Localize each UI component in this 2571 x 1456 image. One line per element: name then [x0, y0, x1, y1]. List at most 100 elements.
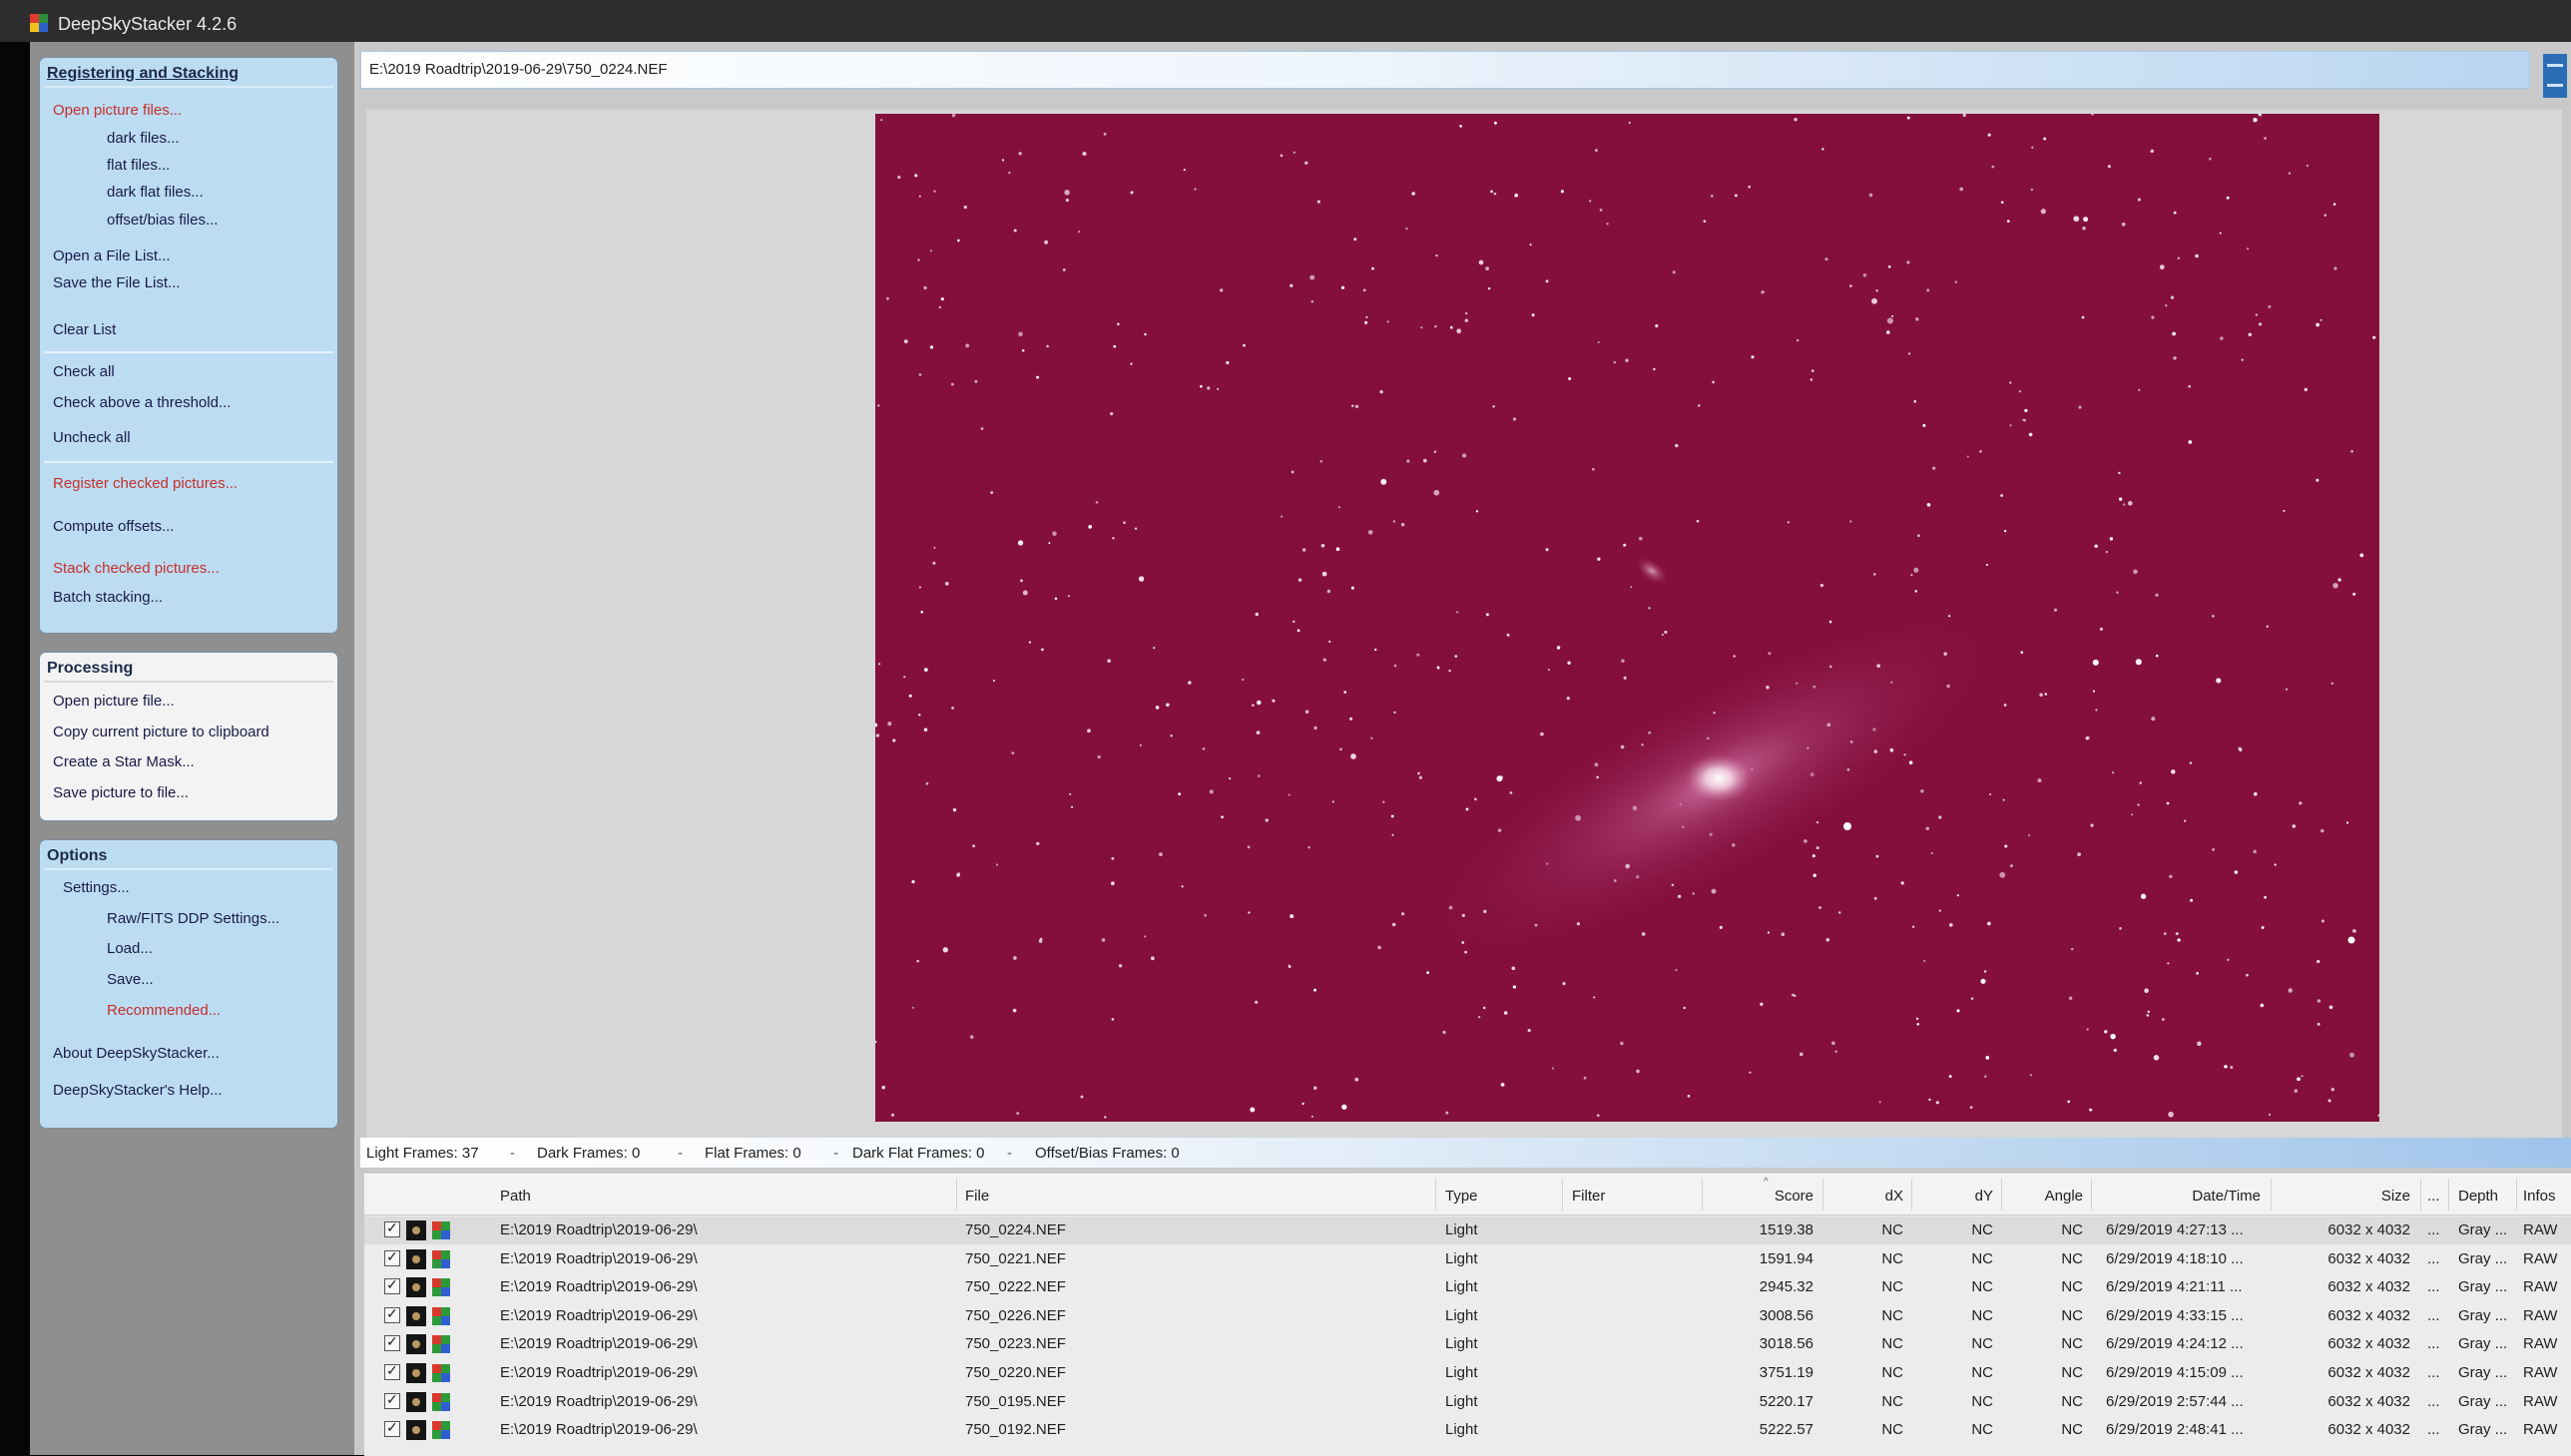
- check-above-threshold-link[interactable]: Check above a threshold...: [53, 394, 231, 411]
- cell-size: 6032 x 4032: [2327, 1249, 2410, 1267]
- settings-link[interactable]: Settings...: [63, 879, 130, 896]
- table-row[interactable]: E:\2019 Roadtrip\2019-06-29\ 750_0192.NEF…: [364, 1416, 2571, 1444]
- column-header-size[interactable]: Size: [2281, 1188, 2410, 1205]
- cell-file: 750_0226.NEF: [965, 1306, 1066, 1324]
- row-checkbox[interactable]: [384, 1419, 400, 1438]
- cell-score: 3751.19: [1759, 1364, 1813, 1381]
- tab-dark-frames[interactable]: Dark Frames: 0: [537, 1145, 640, 1162]
- table-row[interactable]: E:\2019 Roadtrip\2019-06-29\ 750_0221.NEF…: [364, 1245, 2571, 1273]
- current-file-path: E:\2019 Roadtrip\2019-06-29\750_0224.NEF: [369, 61, 668, 78]
- image-viewer[interactable]: [366, 110, 2562, 1158]
- copy-picture-to-clipboard-link[interactable]: Copy current picture to clipboard: [53, 724, 269, 740]
- column-divider[interactable]: [1435, 1179, 1436, 1211]
- deepskystacker-help-link[interactable]: DeepSkyStacker's Help...: [53, 1082, 223, 1099]
- frame-type-tabs: Light Frames: 37 - Dark Frames: 0 - Flat…: [360, 1138, 2571, 1168]
- processing-title[interactable]: Processing: [47, 660, 133, 678]
- save-settings-link[interactable]: Save...: [107, 971, 154, 988]
- panel-title-rule: [44, 681, 333, 683]
- stack-checked-pictures-link[interactable]: Stack checked pictures...: [53, 560, 220, 577]
- column-header-datetime[interactable]: Date/Time: [2101, 1188, 2261, 1205]
- column-divider[interactable]: [2271, 1179, 2272, 1211]
- row-checkbox[interactable]: [384, 1219, 400, 1237]
- table-row[interactable]: E:\2019 Roadtrip\2019-06-29\ 750_0224.NEF…: [364, 1216, 2571, 1244]
- column-divider[interactable]: [1562, 1179, 1563, 1211]
- tab-light-frames[interactable]: Light Frames: 37: [366, 1145, 479, 1162]
- column-header-path[interactable]: Path: [500, 1188, 531, 1205]
- cell-depth: Gray ...: [2458, 1278, 2508, 1296]
- row-checkbox[interactable]: [384, 1333, 400, 1352]
- open-picture-file-link[interactable]: Open picture file...: [53, 693, 175, 710]
- column-header-cfa[interactable]: ...: [2427, 1188, 2440, 1205]
- create-star-mask-link[interactable]: Create a Star Mask...: [53, 753, 195, 770]
- column-divider[interactable]: [2091, 1179, 2092, 1211]
- open-file-list-link[interactable]: Open a File List...: [53, 247, 171, 264]
- uncheck-all-link[interactable]: Uncheck all: [53, 429, 131, 446]
- save-file-list-link[interactable]: Save the File List...: [53, 274, 181, 291]
- toolbar-grip-handle[interactable]: [2543, 54, 2567, 98]
- main-area: E:\2019 Roadtrip\2019-06-29\ 750_0224.NEF: [354, 42, 2571, 1456]
- column-header-score[interactable]: Score: [1712, 1188, 1813, 1205]
- tab-dark-flat-frames[interactable]: Dark Flat Frames: 0: [852, 1145, 985, 1162]
- raw-fits-ddp-settings-link[interactable]: Raw/FITS DDP Settings...: [107, 910, 279, 927]
- column-divider[interactable]: [956, 1179, 957, 1211]
- row-checkbox[interactable]: [384, 1248, 400, 1266]
- column-divider[interactable]: [2448, 1179, 2449, 1211]
- about-deepskystacker-link[interactable]: About DeepSkyStacker...: [53, 1045, 220, 1062]
- cell-dy: NC: [1971, 1364, 1993, 1381]
- column-divider[interactable]: [1822, 1179, 1823, 1211]
- column-divider[interactable]: [2516, 1179, 2517, 1211]
- cell-score: 3008.56: [1759, 1306, 1813, 1324]
- column-header-info[interactable]: Infos: [2523, 1188, 2556, 1205]
- column-divider[interactable]: [2001, 1179, 2002, 1211]
- table-row[interactable]: E:\2019 Roadtrip\2019-06-29\ 750_0195.NEF…: [364, 1388, 2571, 1416]
- light-frame-type-icon: [406, 1363, 426, 1383]
- tab-flat-frames[interactable]: Flat Frames: 0: [705, 1145, 801, 1162]
- recommended-settings-link[interactable]: Recommended...: [107, 1002, 221, 1019]
- column-divider[interactable]: [1702, 1179, 1703, 1211]
- column-header-type[interactable]: Type: [1445, 1188, 1478, 1205]
- column-divider[interactable]: [2420, 1179, 2421, 1211]
- options-title[interactable]: Options: [47, 847, 107, 865]
- batch-stacking-link[interactable]: Batch stacking...: [53, 589, 163, 606]
- column-header-filter[interactable]: Filter: [1572, 1188, 1605, 1205]
- title-bar: DeepSkyStacker 4.2.6: [0, 0, 2571, 42]
- save-picture-to-file-link[interactable]: Save picture to file...: [53, 784, 189, 801]
- table-row[interactable]: E:\2019 Roadtrip\2019-06-29\ 750_0222.NEF…: [364, 1273, 2571, 1301]
- register-checked-pictures-link[interactable]: Register checked pictures...: [53, 475, 238, 492]
- cell-size: 6032 x 4032: [2327, 1364, 2410, 1381]
- column-divider[interactable]: [1911, 1179, 1912, 1211]
- cell-dy: NC: [1971, 1249, 1993, 1267]
- load-settings-link[interactable]: Load...: [107, 940, 153, 957]
- cell-type: Light: [1445, 1278, 1478, 1296]
- check-all-link[interactable]: Check all: [53, 363, 115, 380]
- table-row[interactable]: E:\2019 Roadtrip\2019-06-29\ 750_0226.NEF…: [364, 1302, 2571, 1330]
- column-header-dy[interactable]: dY: [1921, 1188, 1993, 1205]
- compute-offsets-link[interactable]: Compute offsets...: [53, 518, 174, 535]
- row-checkbox[interactable]: [384, 1391, 400, 1409]
- registering-stacking-title[interactable]: Registering and Stacking: [47, 65, 239, 83]
- column-header-angle[interactable]: Angle: [2011, 1188, 2083, 1205]
- offset-bias-files-link[interactable]: offset/bias files...: [107, 212, 218, 229]
- flat-files-link[interactable]: flat files...: [107, 157, 170, 174]
- column-header-dx[interactable]: dX: [1831, 1188, 1903, 1205]
- column-header-depth[interactable]: Depth: [2458, 1188, 2498, 1205]
- cell-info: RAW: [2523, 1278, 2558, 1296]
- cell-dx: NC: [1881, 1306, 1903, 1324]
- cell-size: 6032 x 4032: [2327, 1306, 2410, 1324]
- dark-files-link[interactable]: dark files...: [107, 130, 180, 147]
- row-checkbox[interactable]: [384, 1276, 400, 1295]
- dark-flat-files-link[interactable]: dark flat files...: [107, 184, 204, 201]
- astro-image-preview[interactable]: [875, 114, 2379, 1122]
- open-picture-files-link[interactable]: Open picture files...: [53, 102, 182, 119]
- tab-offset-bias-frames[interactable]: Offset/Bias Frames: 0: [1035, 1145, 1180, 1162]
- picture-file-list[interactable]: ^ Path File Type Filter Score dX dY Angl…: [364, 1174, 2571, 1456]
- cell-size: 6032 x 4032: [2327, 1335, 2410, 1353]
- sidebar: Registering and Stacking Open picture fi…: [30, 42, 354, 1455]
- table-row[interactable]: E:\2019 Roadtrip\2019-06-29\ 750_0223.NEF…: [364, 1330, 2571, 1358]
- row-checkbox[interactable]: [384, 1305, 400, 1323]
- clear-list-link[interactable]: Clear List: [53, 321, 116, 338]
- table-row[interactable]: E:\2019 Roadtrip\2019-06-29\ 750_0220.NEF…: [364, 1359, 2571, 1387]
- column-header-file[interactable]: File: [965, 1188, 989, 1205]
- cell-datetime: 6/29/2019 4:15:09 ...: [2106, 1364, 2244, 1381]
- row-checkbox[interactable]: [384, 1362, 400, 1380]
